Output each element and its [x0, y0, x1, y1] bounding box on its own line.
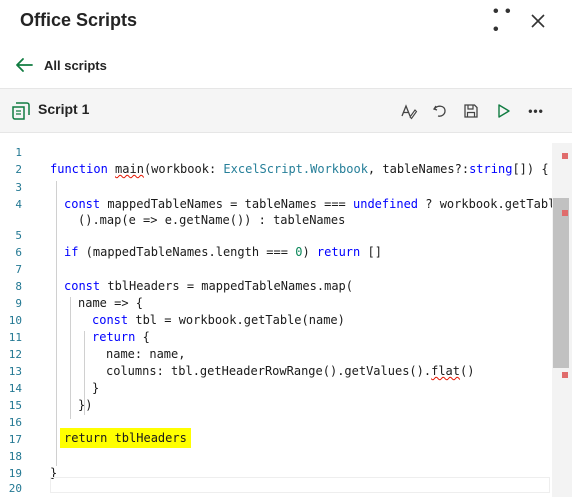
- navigation-row: All scripts: [0, 54, 572, 82]
- pane-title: Office Scripts: [20, 10, 138, 30]
- indent-guide: [70, 297, 71, 419]
- line-number: 17: [8, 433, 22, 446]
- line-number: 19: [8, 467, 22, 480]
- code-line-8: const tblHeaders = mappedTableNames.map(: [64, 278, 353, 294]
- code-token: {: [135, 330, 150, 344]
- code-token: const: [92, 313, 129, 327]
- code-line-4: const mappedTableNames = tableNames === …: [64, 196, 570, 212]
- line-number: 4: [15, 198, 22, 211]
- error-marker: [562, 210, 568, 216]
- code-line-4-wrap: ().map(e => e.getName()) : tableNames: [78, 213, 346, 227]
- line-number: 9: [15, 297, 22, 310]
- code-token: tbl = workbook.getTable(name): [128, 313, 345, 327]
- undo-icon: [432, 105, 446, 117]
- code-token: ): [302, 245, 317, 259]
- line-number: 3: [15, 181, 22, 194]
- code-line-13: columns: tbl.getHeaderRowRange().getValu…: [106, 363, 474, 379]
- run-icon: [498, 104, 510, 118]
- all-scripts-link[interactable]: All scripts: [14, 57, 107, 73]
- line-number: 18: [8, 450, 22, 463]
- line-number: 16: [8, 416, 22, 429]
- line-number: 5: [15, 229, 22, 242]
- code-token: string: [469, 162, 513, 176]
- close-icon: [531, 14, 545, 28]
- code-token: (): [460, 364, 475, 378]
- code-line-10: const tbl = workbook.getTable(name): [92, 312, 345, 328]
- line-number: 6: [15, 246, 22, 259]
- more-options-button[interactable]: • • •: [493, 3, 517, 38]
- code-editor[interactable]: 1 2 3 4 5 6 7 8 9 10 11 12 13 14 15 16 1…: [0, 143, 572, 497]
- code-token: ? workbook.getTables: [418, 197, 570, 211]
- script-header-bar: Script 1 •••: [0, 88, 572, 133]
- code-token: if: [64, 245, 79, 259]
- code-token: return: [92, 330, 136, 344]
- code-line-9: name => {: [78, 296, 144, 310]
- script-name[interactable]: Script 1: [38, 101, 89, 117]
- line-number: 2: [15, 163, 22, 176]
- save-icon: [464, 104, 478, 118]
- script-icon: [10, 100, 32, 122]
- code-line-6: if (mappedTableNames.length === 0) retur…: [64, 244, 382, 260]
- code-line-15: }): [78, 398, 93, 412]
- code-line-14: }: [92, 381, 100, 395]
- code-token: undefined: [353, 197, 419, 211]
- code-token: (mappedTableNames.length ===: [78, 245, 296, 259]
- line-number: 14: [8, 382, 22, 395]
- code-token: flat: [431, 364, 461, 378]
- code-line-12: name: name,: [106, 347, 186, 361]
- code-token: const: [64, 197, 101, 211]
- code-line-2: function main(workbook: ExcelScript.Work…: [50, 161, 549, 177]
- line-number-gutter: 1 2 3 4 5 6 7 8 9 10 11 12 13 14 15 16 1…: [0, 143, 38, 497]
- line-number: 15: [8, 399, 22, 412]
- code-token: main: [115, 162, 144, 176]
- line-number: 10: [8, 314, 22, 327]
- arrow-left-icon: [16, 58, 33, 72]
- code-token: return: [316, 245, 361, 259]
- edit-text-button[interactable]: [399, 101, 419, 121]
- code-line-17-highlighted: return tblHeaders: [60, 428, 191, 448]
- line-number: 7: [15, 263, 22, 276]
- code-token: []: [360, 245, 382, 259]
- code-token: (workbook:: [143, 162, 224, 176]
- code-token: function: [50, 162, 108, 176]
- line-number: 11: [8, 331, 22, 344]
- script-more-button[interactable]: •••: [526, 101, 546, 121]
- code-line-11: return {: [92, 329, 150, 345]
- current-line-indicator: [50, 477, 550, 493]
- more-horizontal-icon: •••: [528, 104, 544, 118]
- code-token: ExcelScript.Workbook: [223, 162, 368, 176]
- editor-scrollbar-thumb[interactable]: [553, 198, 569, 368]
- code-token: , tableNames?:: [367, 162, 470, 176]
- code-token: tblHeaders = mappedTableNames.map(: [100, 279, 353, 293]
- line-number: 1: [15, 146, 22, 159]
- code-token: []) {: [512, 162, 549, 176]
- close-button[interactable]: [526, 9, 550, 33]
- run-button[interactable]: [493, 101, 513, 121]
- code-token: columns: tbl.getHeaderRowRange().getValu…: [106, 364, 432, 378]
- code-token: mappedTableNames = tableNames ===: [100, 197, 353, 211]
- indent-guide: [56, 181, 57, 466]
- all-scripts-label: All scripts: [44, 57, 107, 73]
- error-marker: [562, 372, 568, 378]
- error-marker: [562, 153, 568, 159]
- line-number: 12: [8, 348, 22, 361]
- save-button[interactable]: [461, 101, 481, 121]
- line-number: 13: [8, 365, 22, 378]
- undo-button[interactable]: [430, 101, 450, 121]
- line-number: 8: [15, 280, 22, 293]
- code-token: const: [64, 279, 101, 293]
- more-horizontal-icon: • • •: [493, 3, 512, 38]
- task-pane-header: Office Scripts • • •: [0, 0, 572, 42]
- line-number: 20: [8, 482, 22, 495]
- edit-text-icon: [401, 104, 418, 120]
